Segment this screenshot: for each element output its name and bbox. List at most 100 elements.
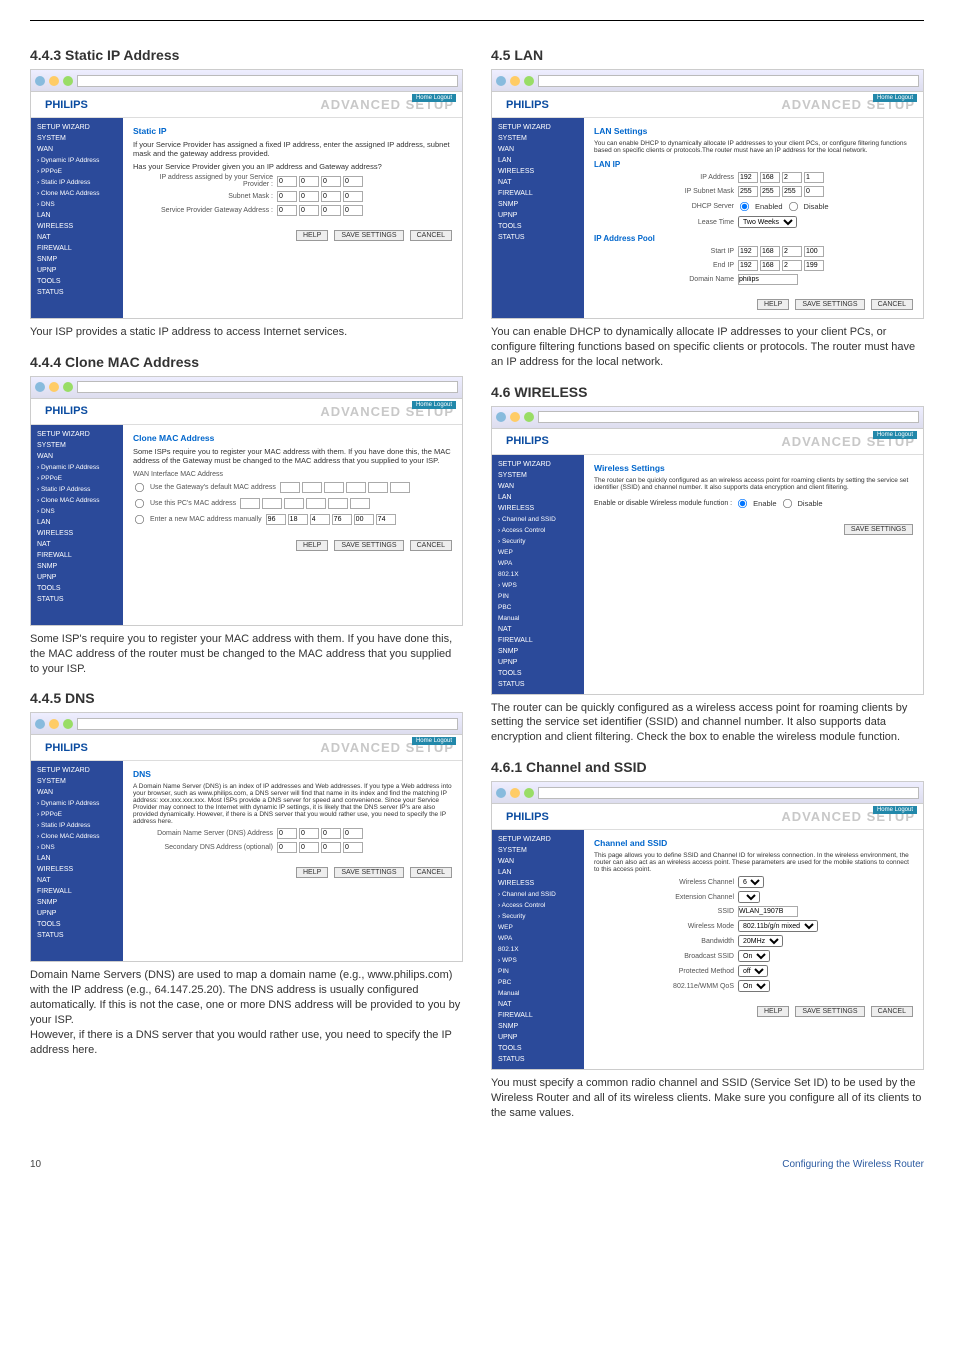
extension-channel-select[interactable] [738, 891, 760, 903]
ip-octet[interactable] [321, 842, 341, 853]
wireless-channel-select[interactable]: 6 [738, 876, 764, 888]
sidebar-item[interactable]: LAN [31, 210, 123, 221]
lease-select[interactable]: Two Weeks [738, 216, 797, 228]
mac-octet[interactable] [354, 514, 374, 525]
ip-octet[interactable] [760, 172, 780, 183]
sidebar-item[interactable]: NAT [31, 539, 123, 550]
ip-octet[interactable] [804, 260, 824, 271]
radio-default-mac[interactable] [135, 483, 144, 492]
sidebar-item[interactable]: WIRELESS [492, 878, 584, 889]
mac-octet[interactable] [346, 482, 366, 493]
ip-octet[interactable] [738, 172, 758, 183]
cancel-button[interactable]: CANCEL [871, 1006, 913, 1017]
sidebar-subitem[interactable]: Manual [492, 988, 584, 999]
sidebar-item[interactable]: TOOLS [492, 668, 584, 679]
sidebar-subitem[interactable]: › PPPoE [31, 473, 123, 484]
sidebar-item[interactable]: STATUS [31, 594, 123, 605]
sidebar-item[interactable]: SNMP [492, 199, 584, 210]
sidebar-item[interactable]: FIREWALL [31, 243, 123, 254]
radio-disable[interactable] [782, 498, 791, 507]
sidebar-item[interactable]: FIREWALL [492, 1010, 584, 1021]
broadcast-ssid-select[interactable]: On [738, 950, 770, 962]
sidebar-item[interactable]: WAN [492, 856, 584, 867]
radio-dhcp-enabled[interactable] [740, 202, 749, 211]
help-button[interactable]: HELP [757, 1006, 789, 1017]
sidebar-item[interactable]: UPNP [31, 572, 123, 583]
sidebar-item[interactable]: UPNP [492, 210, 584, 221]
bandwidth-select[interactable]: 20MHz [738, 935, 783, 947]
sidebar-item[interactable]: LAN [492, 155, 584, 166]
sidebar-subitem[interactable]: › PPPoE [31, 166, 123, 177]
sidebar-item[interactable]: SNMP [492, 1021, 584, 1032]
ip-octet[interactable] [299, 205, 319, 216]
home-logout[interactable]: Home Logout [873, 806, 917, 814]
sidebar-item[interactable]: SYSTEM [492, 470, 584, 481]
sidebar-item[interactable]: STATUS [492, 679, 584, 690]
help-button[interactable]: HELP [296, 540, 328, 551]
sidebar-subitem[interactable]: PIN [492, 591, 584, 602]
mac-octet[interactable] [376, 514, 396, 525]
mac-octet[interactable] [328, 498, 348, 509]
mac-octet[interactable] [390, 482, 410, 493]
sidebar-item[interactable]: SNMP [492, 646, 584, 657]
help-button[interactable]: HELP [296, 230, 328, 241]
help-button[interactable]: HELP [757, 299, 789, 310]
save-button[interactable]: SAVE SETTINGS [334, 540, 403, 551]
cancel-button[interactable]: CANCEL [410, 230, 452, 241]
radio-pc-mac[interactable] [135, 499, 144, 508]
sidebar-subitem[interactable]: PBC [492, 977, 584, 988]
ip-octet[interactable] [760, 260, 780, 271]
sidebar-subitem[interactable]: › Access Control [492, 900, 584, 911]
ip-octet[interactable] [321, 205, 341, 216]
sidebar-item[interactable]: SETUP WIZARD [492, 459, 584, 470]
ip-octet[interactable] [277, 205, 297, 216]
cancel-button[interactable]: CANCEL [410, 540, 452, 551]
sidebar-item[interactable]: TOOLS [31, 583, 123, 594]
sidebar-item[interactable]: STATUS [31, 287, 123, 298]
sidebar-item[interactable]: SNMP [31, 897, 123, 908]
sidebar-item[interactable]: UPNP [31, 265, 123, 276]
sidebar-item[interactable]: FIREWALL [492, 635, 584, 646]
ip-octet[interactable] [277, 842, 297, 853]
sidebar-item[interactable]: SYSTEM [31, 440, 123, 451]
sidebar-item[interactable]: WAN [492, 144, 584, 155]
ip-octet[interactable] [277, 828, 297, 839]
sidebar-item[interactable]: SYSTEM [492, 133, 584, 144]
domain-input[interactable] [738, 274, 798, 285]
sidebar-subitem[interactable]: WPA [492, 933, 584, 944]
ip-octet[interactable] [277, 191, 297, 202]
sidebar-item[interactable]: WAN [31, 451, 123, 462]
sidebar-subitem[interactable]: › Static IP Address [31, 820, 123, 831]
mac-octet[interactable] [240, 498, 260, 509]
sidebar-item[interactable]: UPNP [31, 908, 123, 919]
sidebar-subitem[interactable]: PBC [492, 602, 584, 613]
radio-dhcp-disable[interactable] [788, 202, 797, 211]
sidebar-item[interactable]: SETUP WIZARD [31, 429, 123, 440]
save-button[interactable]: SAVE SETTINGS [334, 867, 403, 878]
sidebar-item[interactable]: LAN [492, 492, 584, 503]
sidebar-item[interactable]: NAT [492, 177, 584, 188]
save-button[interactable]: SAVE SETTINGS [795, 299, 864, 310]
ip-octet[interactable] [760, 246, 780, 257]
sidebar-item[interactable]: UPNP [492, 657, 584, 668]
sidebar-item[interactable]: WIRELESS [492, 166, 584, 177]
sidebar-item[interactable]: LAN [31, 853, 123, 864]
sidebar-item[interactable]: SYSTEM [31, 133, 123, 144]
home-logout[interactable]: Home Logout [873, 431, 917, 439]
sidebar-item[interactable]: UPNP [492, 1032, 584, 1043]
sidebar-subitem[interactable]: WEP [492, 922, 584, 933]
sidebar-subitem[interactable]: PIN [492, 966, 584, 977]
ip-octet[interactable] [321, 176, 341, 187]
ip-octet[interactable] [804, 172, 824, 183]
sidebar-item[interactable]: TOOLS [31, 919, 123, 930]
sidebar-item[interactable]: WAN [31, 787, 123, 798]
sidebar-item[interactable]: NAT [492, 624, 584, 635]
save-button[interactable]: SAVE SETTINGS [844, 524, 913, 535]
mac-octet[interactable] [324, 482, 344, 493]
sidebar-subitem[interactable]: WPA [492, 558, 584, 569]
sidebar-item[interactable]: SYSTEM [31, 776, 123, 787]
sidebar-item[interactable]: TOOLS [492, 221, 584, 232]
sidebar-subitem[interactable]: › WPS [492, 580, 584, 591]
sidebar-subitem[interactable]: › Static IP Address [31, 484, 123, 495]
radio-enable[interactable] [738, 498, 747, 507]
